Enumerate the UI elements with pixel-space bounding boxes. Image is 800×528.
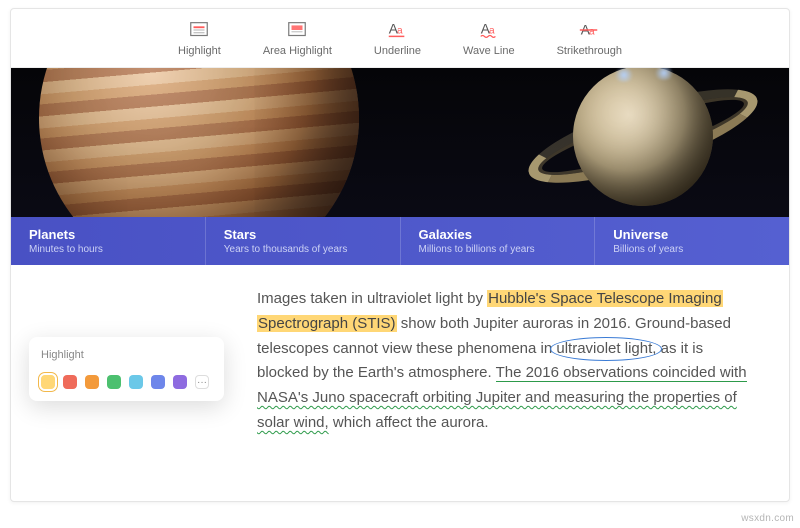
wavy-underline-text[interactable]: NASA's Juno spacecraft orbiting Jupiter … [257,389,737,406]
area-highlight-icon [286,19,308,41]
article-text: which affect the aurora. [329,414,489,431]
wave-line-tool[interactable]: Aa Wave Line [463,19,515,57]
category-sub: Billions of years [613,244,771,255]
category-bar: Planets Minutes to hours Stars Years to … [11,217,789,265]
color-swatch-green[interactable] [107,375,121,389]
strikethrough-tool-label: Strikethrough [557,45,622,57]
highlight-icon [188,19,210,41]
category-title: Galaxies [419,227,577,242]
highlight-color-popover: Highlight ··· [29,337,224,401]
category-title: Stars [224,227,382,242]
annotation-toolbar: Highlight Area Highlight Aa Underline Aa… [11,9,789,68]
underline-tool[interactable]: Aa Underline [374,19,421,57]
underlined-text[interactable]: The 2016 observations coincided with [496,364,747,382]
highlight-tool-label: Highlight [178,45,221,57]
area-highlight-tool-label: Area Highlight [263,45,332,57]
category-universe[interactable]: Universe Billions of years [595,217,789,265]
wave-line-tool-label: Wave Line [463,45,515,57]
article-text: Images taken in ultraviolet light by [257,290,487,307]
color-swatch-row: ··· [41,375,212,389]
underline-tool-label: Underline [374,45,421,57]
underline-icon: Aa [386,19,408,41]
wavy-underline-text[interactable]: solar wind, [257,414,329,431]
strikethrough-icon: Aa [578,19,600,41]
area-highlight-tool[interactable]: Area Highlight [263,19,332,57]
highlight-tool[interactable]: Highlight [178,19,221,57]
category-sub: Minutes to hours [29,244,187,255]
watermark-text: wsxdn.com [741,513,794,524]
color-swatch-red[interactable] [63,375,77,389]
saturn-illustration [533,68,753,217]
color-swatch-yellow[interactable] [41,375,55,389]
highlighted-text[interactable]: Hubble's Space Telescope Imaging [487,290,723,307]
category-title: Universe [613,227,771,242]
svg-text:a: a [397,26,403,37]
color-swatch-blue[interactable] [151,375,165,389]
svg-text:a: a [589,27,595,38]
category-sub: Millions to billions of years [419,244,577,255]
category-galaxies[interactable]: Galaxies Millions to billions of years [401,217,596,265]
category-title: Planets [29,227,187,242]
color-swatch-purple[interactable] [173,375,187,389]
category-stars[interactable]: Stars Years to thousands of years [206,217,401,265]
highlighted-text[interactable]: Spectrograph (STIS) [257,315,397,332]
category-sub: Years to thousands of years [224,244,382,255]
strikethrough-tool[interactable]: Aa Strikethrough [557,19,622,57]
category-planets[interactable]: Planets Minutes to hours [11,217,206,265]
color-swatch-orange[interactable] [85,375,99,389]
popover-label: Highlight [41,349,212,361]
hero-image [11,68,789,217]
wave-line-icon: Aa [478,19,500,41]
color-swatch-cyan[interactable] [129,375,143,389]
circled-annotation[interactable]: ultraviolet light, [556,340,656,357]
more-colors-button[interactable]: ··· [195,375,209,389]
jupiter-illustration [39,68,359,217]
